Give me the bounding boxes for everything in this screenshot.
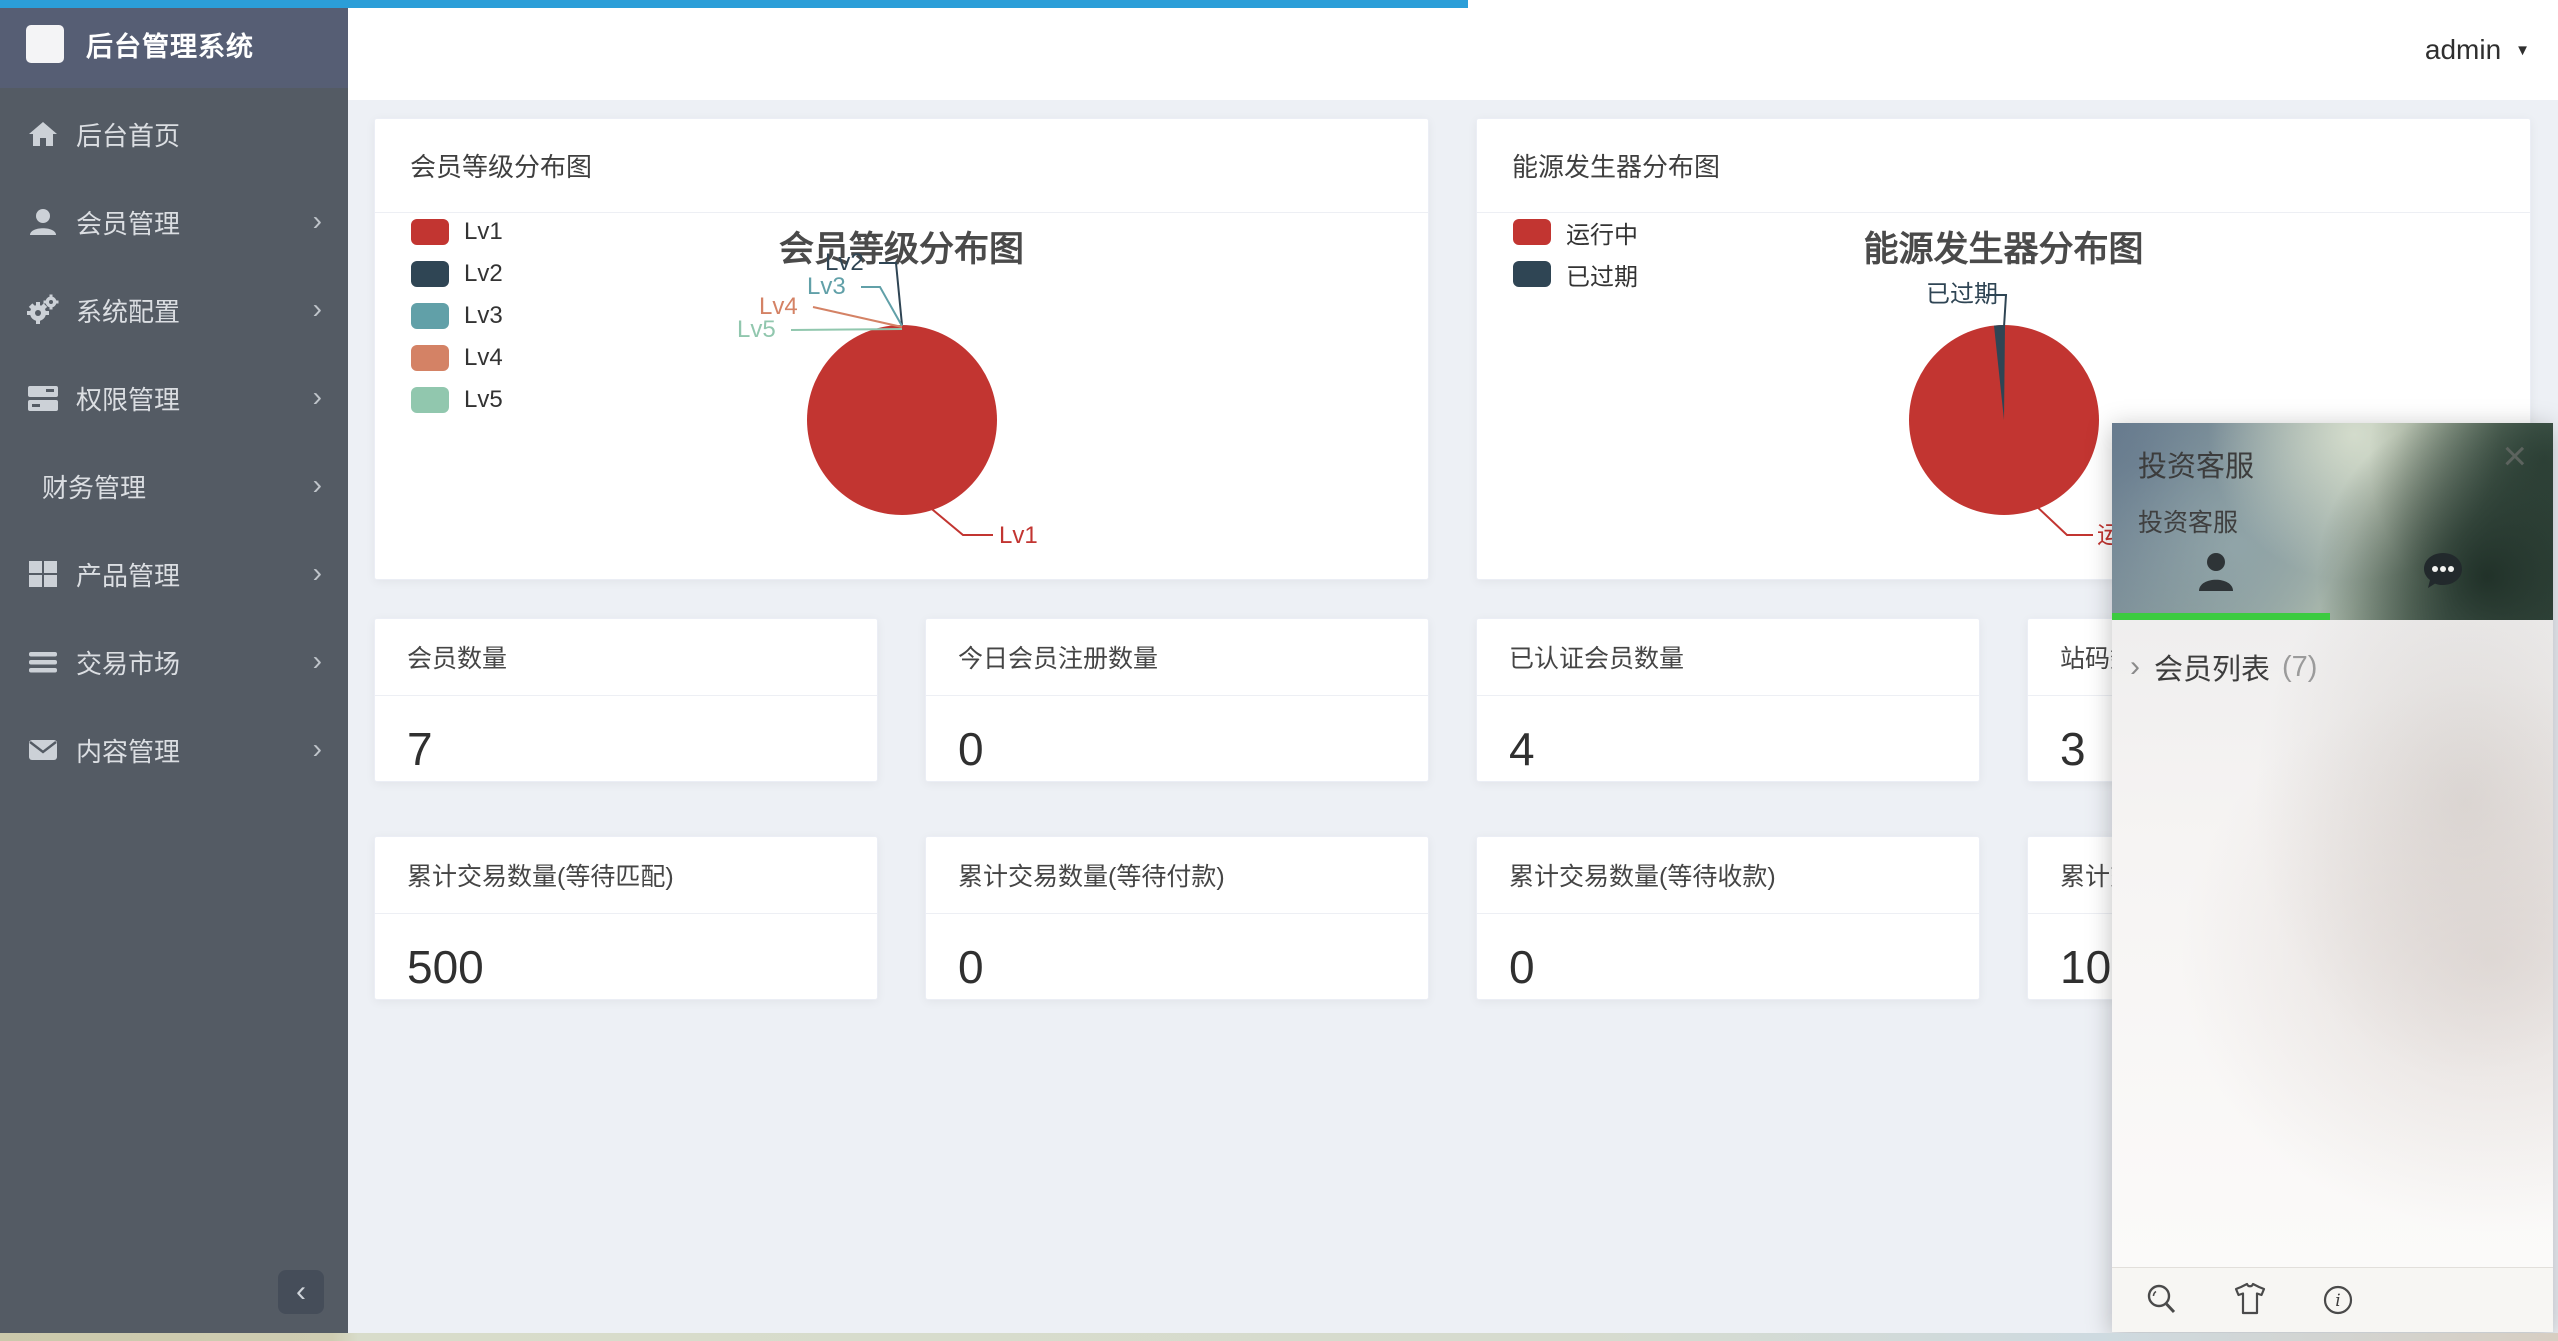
card-header: 能源发生器分布图: [1477, 119, 2530, 213]
sidebar-item-label: 权限管理: [76, 380, 180, 417]
user-menu[interactable]: admin ▼: [2425, 34, 2530, 66]
app-logo: 后台管理系统: [0, 0, 348, 88]
member-list-toggle[interactable]: › 会员列表 (7): [2112, 620, 2553, 688]
chevron-right-icon: ›: [2130, 652, 2140, 682]
chevron-right-icon: ›: [313, 295, 322, 323]
stat-card-trades-awaiting-payment: 累计交易数量(等待付款) 0: [925, 836, 1429, 1000]
sidebar-nav: 后台首页 会员管理 ›: [0, 88, 348, 794]
widget-subtitle: 投资客服: [2138, 503, 2238, 539]
stat-value: 500: [375, 914, 877, 994]
stat-value: 0: [926, 914, 1428, 994]
server-icon: [26, 381, 60, 415]
svg-text:i: i: [2335, 1291, 2340, 1311]
card-header: 会员等级分布图: [375, 119, 1428, 213]
sidebar-item-label: 产品管理: [76, 556, 180, 593]
sidebar-item-products[interactable]: 产品管理 ›: [0, 530, 348, 618]
gears-icon: [26, 293, 60, 327]
user-icon: [26, 205, 60, 239]
chat-bubble-icon: [2419, 547, 2467, 600]
tshirt-icon[interactable]: [2230, 1280, 2270, 1320]
info-icon[interactable]: i: [2318, 1280, 2358, 1320]
member-level-chart-card: 会员等级分布图 会员等级分布图 Lv1 Lv2 Lv3 Lv4 Lv5 Lv2 …: [374, 118, 1429, 580]
home-icon: [26, 117, 60, 151]
sidebar-item-label: 会员管理: [76, 204, 180, 241]
sidebar-item-label: 内容管理: [76, 732, 180, 769]
stat-label: 会员数量: [375, 619, 877, 696]
pie-callout-lv1: Lv1: [999, 524, 1038, 548]
screen-bottom-edge: [0, 1333, 2558, 1341]
caret-down-icon: ▼: [2515, 42, 2530, 59]
stat-label: 累计交易数量(等待匹配): [375, 837, 877, 914]
loading-progress-bar: [0, 0, 1468, 8]
sidebar-item-label: 后台首页: [76, 116, 180, 153]
sidebar-collapse-button[interactable]: ‹: [278, 1270, 324, 1314]
pie-callout-lv2: Lv2: [825, 251, 864, 275]
sidebar-item-market[interactable]: 交易市场 ›: [0, 618, 348, 706]
stat-label: 已认证会员数量: [1477, 619, 1979, 696]
member-list-label: 会员列表: [2154, 646, 2270, 688]
customer-service-widget: 投资客服 投资客服 × › 会员列表 (7): [2112, 423, 2553, 1332]
active-tab-indicator: [2112, 613, 2330, 620]
chevron-right-icon: ›: [313, 471, 322, 499]
stat-label: 累计交易数量(等待付款): [926, 837, 1428, 914]
widget-title: 投资客服: [2138, 443, 2254, 485]
widget-header: 投资客服 投资客服 ×: [2112, 423, 2553, 620]
widget-footer-toolbar: i: [2112, 1267, 2553, 1332]
sidebar: 后台管理系统 后台首页 会员管理 ›: [0, 0, 348, 1341]
stat-card-members: 会员数量 7: [374, 618, 878, 782]
stat-value: 7: [375, 696, 877, 776]
app-title: 后台管理系统: [86, 25, 254, 64]
sidebar-item-system-config[interactable]: 系统配置 ›: [0, 266, 348, 354]
tab-chat[interactable]: [2415, 545, 2471, 601]
app-logo-icon: [26, 25, 64, 63]
sidebar-item-label: 系统配置: [76, 292, 180, 329]
stat-label: 累计交易数量(等待收款): [1477, 837, 1979, 914]
tab-contacts[interactable]: [2188, 545, 2244, 601]
pie-callout-lv5: Lv5: [737, 318, 776, 342]
member-level-pie-chart: 会员等级分布图 Lv1 Lv2 Lv3 Lv4 Lv5 Lv2 Lv3 Lv4 …: [375, 213, 1428, 584]
sidebar-item-label: 财务管理: [42, 468, 146, 505]
grid-icon: [26, 557, 60, 591]
stat-value: 0: [1477, 914, 1979, 994]
chevron-right-icon: ›: [313, 735, 322, 763]
close-icon[interactable]: ×: [2502, 435, 2527, 477]
sidebar-item-content[interactable]: 内容管理 ›: [0, 706, 348, 794]
stat-label: 今日会员注册数量: [926, 619, 1428, 696]
stat-card-verified-members: 已认证会员数量 4: [1476, 618, 1980, 782]
member-list-count: (7): [2282, 651, 2317, 684]
sidebar-item-label: 交易市场: [76, 644, 180, 681]
mail-icon: [26, 733, 60, 767]
stat-value: 4: [1477, 696, 1979, 776]
stat-card-registrations-today: 今日会员注册数量 0: [925, 618, 1429, 782]
chevron-right-icon: ›: [313, 207, 322, 235]
pie-chart-svg: [375, 213, 1430, 584]
pie-callout-expired: 已过期: [1926, 283, 1998, 307]
chevron-right-icon: ›: [313, 647, 322, 675]
sidebar-item-home[interactable]: 后台首页: [0, 90, 348, 178]
sidebar-item-permissions[interactable]: 权限管理 ›: [0, 354, 348, 442]
collapse-chevron-icon: ‹: [296, 1275, 306, 1309]
sidebar-item-members[interactable]: 会员管理 ›: [0, 178, 348, 266]
username: admin: [2425, 34, 2501, 66]
stat-card-trades-matching: 累计交易数量(等待匹配) 500: [374, 836, 878, 1000]
stat-card-trades-awaiting-receipt: 累计交易数量(等待收款) 0: [1476, 836, 1980, 1000]
chevron-right-icon: ›: [313, 383, 322, 411]
pie-callout-lv3: Lv3: [807, 275, 846, 299]
chevron-right-icon: ›: [313, 559, 322, 587]
sidebar-item-finance[interactable]: 财务管理 ›: [0, 442, 348, 530]
topbar: admin ▼: [348, 0, 2558, 100]
list-icon: [26, 645, 60, 679]
person-icon: [2192, 547, 2240, 600]
widget-body: › 会员列表 (7): [2112, 620, 2553, 1267]
stat-value: 0: [926, 696, 1428, 776]
magnifier-icon[interactable]: [2142, 1280, 2182, 1320]
